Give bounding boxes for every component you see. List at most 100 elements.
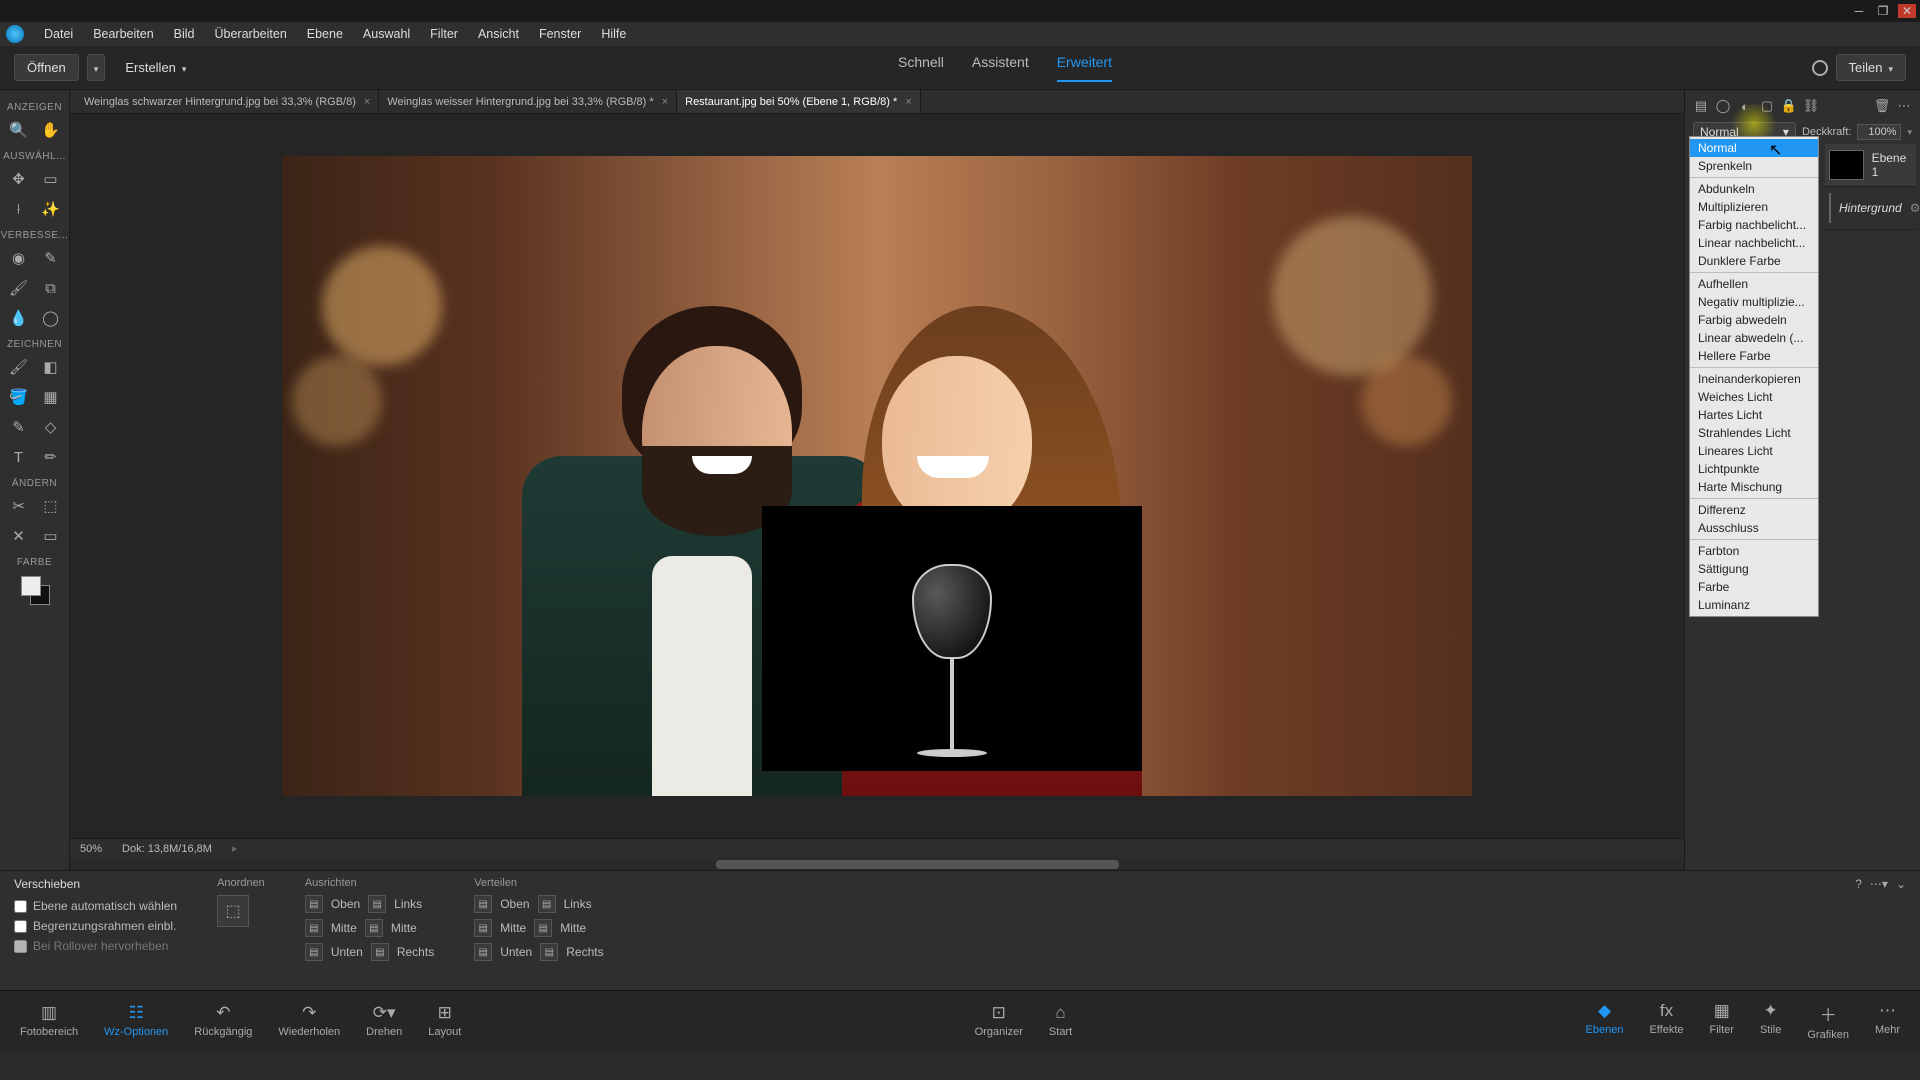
rollover-checkbox[interactable]: Bei Rollover hervorheben xyxy=(14,939,177,953)
close-tab-1[interactable]: × xyxy=(662,96,668,108)
open-dropdown[interactable] xyxy=(87,54,106,81)
minimize-button[interactable]: ─ xyxy=(1850,4,1868,18)
canvas-viewport[interactable] xyxy=(70,114,1684,838)
color-swatches[interactable] xyxy=(21,576,49,604)
menu-ebene[interactable]: Ebene xyxy=(297,27,353,41)
blend-option-differenz[interactable]: Differenz xyxy=(1690,501,1818,519)
bottombar-mehr[interactable]: ⋯Mehr xyxy=(1875,1001,1900,1041)
blend-option-strahlendes-licht[interactable]: Strahlendes Licht xyxy=(1690,424,1818,442)
layer-thumb[interactable] xyxy=(1829,150,1864,180)
contentaware-tool[interactable]: ✕ xyxy=(7,524,31,548)
close-tab-0[interactable]: × xyxy=(364,96,370,108)
blend-option-sprenkeln[interactable]: Sprenkeln xyxy=(1690,157,1818,175)
blend-option-s-ttigung[interactable]: Sättigung xyxy=(1690,560,1818,578)
blend-option-normal[interactable]: Normal xyxy=(1690,139,1818,157)
new-layer-icon[interactable]: ▤ xyxy=(1693,98,1709,114)
bottombar-fotobereich[interactable]: ▥Fotobereich xyxy=(20,1003,78,1038)
maximize-button[interactable]: ❐ xyxy=(1874,4,1892,18)
blend-option-luminanz[interactable]: Luminanz xyxy=(1690,596,1818,614)
bottombar-effekte[interactable]: fxEffekte xyxy=(1649,1001,1683,1041)
blend-option-multiplizieren[interactable]: Multiplizieren xyxy=(1690,198,1818,216)
adjustment-icon[interactable]: ◐ xyxy=(1737,98,1753,114)
link-icon[interactable]: ⛓ xyxy=(1803,98,1819,114)
layer-thumb[interactable] xyxy=(1829,193,1831,223)
recompose-tool[interactable]: ⬚ xyxy=(39,494,63,518)
layer-wineglass[interactable] xyxy=(762,506,1142,771)
bottombar-rückgängig[interactable]: ↶Rückgängig xyxy=(194,1003,252,1038)
menu-ueberarbeiten[interactable]: Überarbeiten xyxy=(205,27,297,41)
blend-mode-menu[interactable]: NormalSprenkeln AbdunkelnMultiplizieren Fa… xyxy=(1689,136,1819,617)
align-links[interactable]: ▤ xyxy=(368,895,386,913)
menu-bild[interactable]: Bild xyxy=(164,27,205,41)
help-icon[interactable]: ? xyxy=(1855,877,1862,891)
blend-option-aufhellen[interactable]: Aufhellen xyxy=(1690,275,1818,293)
bottombar-grafiken[interactable]: ＋Grafiken xyxy=(1807,1001,1849,1041)
opacity-value[interactable]: 100% xyxy=(1857,124,1901,140)
blend-option-abdunkeln[interactable]: Abdunkeln xyxy=(1690,180,1818,198)
blend-option-linear-abwedeln-[interactable]: Linear abwedeln (... xyxy=(1690,329,1818,347)
wand-tool[interactable]: ✨ xyxy=(39,197,63,221)
layer-group-icon[interactable]: ◯ xyxy=(1715,98,1731,114)
menu-fenster[interactable]: Fenster xyxy=(529,27,591,41)
blend-option-farbton[interactable]: Farbton xyxy=(1690,542,1818,560)
doc-tab-2[interactable]: Restaurant.jpg bei 50% (Ebene 1, RGB/8) … xyxy=(677,90,921,113)
lock-icon[interactable]: 🔒 xyxy=(1781,98,1797,114)
bottombar-wiederholen[interactable]: ↷Wiederholen xyxy=(278,1003,340,1038)
panel-options-icon[interactable]: ⋯▾ xyxy=(1870,877,1888,891)
align-mitte[interactable]: ▤ xyxy=(305,919,323,937)
redeye-tool[interactable]: ◉ xyxy=(7,246,31,270)
align-unten[interactable]: ▤ xyxy=(474,943,492,961)
blend-option-lineares-licht[interactable]: Lineares Licht xyxy=(1690,442,1818,460)
open-button[interactable]: Öffnen xyxy=(14,54,79,81)
create-button[interactable]: Erstellen xyxy=(113,55,198,80)
blend-option-linear-nachbelicht-[interactable]: Linear nachbelicht... xyxy=(1690,234,1818,252)
move-tool[interactable]: ✥ xyxy=(7,167,31,191)
bottombar-stile[interactable]: ✦Stile xyxy=(1760,1001,1781,1041)
lasso-tool[interactable]: ⟊ xyxy=(7,197,31,221)
straighten-tool[interactable]: ▭ xyxy=(39,524,63,548)
theme-icon[interactable] xyxy=(1812,60,1828,76)
eraser-tool[interactable]: ◧ xyxy=(39,355,63,379)
zoom-tool[interactable]: 🔍 xyxy=(7,118,31,142)
brush-tool[interactable]: 🖌 xyxy=(7,355,31,379)
blend-option-ineinanderkopieren[interactable]: Ineinanderkopieren xyxy=(1690,370,1818,388)
arrange-button[interactable]: ⬚ xyxy=(217,895,249,927)
mode-assistent[interactable]: Assistent xyxy=(972,54,1029,82)
layer-item-0[interactable]: Ebene 1 xyxy=(1825,144,1916,187)
bottombar-filter[interactable]: ▦Filter xyxy=(1710,1001,1734,1041)
eyedropper-tool[interactable]: ✎ xyxy=(7,415,31,439)
align-links[interactable]: ▤ xyxy=(538,895,556,913)
bottombar-layout[interactable]: ⊞Layout xyxy=(428,1003,461,1038)
blend-option-hartes-licht[interactable]: Hartes Licht xyxy=(1690,406,1818,424)
menu-bearbeiten[interactable]: Bearbeiten xyxy=(83,27,163,41)
mask-icon[interactable]: ▢ xyxy=(1759,98,1775,114)
sponge-tool[interactable]: ◯ xyxy=(39,306,63,330)
close-window-button[interactable]: ✕ xyxy=(1898,4,1916,18)
layer-item-1[interactable]: Hintergrund⚙ xyxy=(1825,187,1916,230)
clone-tool[interactable]: ⧉ xyxy=(39,276,63,300)
pencil-tool[interactable]: ✏ xyxy=(39,445,63,469)
blend-option-ausschluss[interactable]: Ausschluss xyxy=(1690,519,1818,537)
align-rechts[interactable]: ▤ xyxy=(371,943,389,961)
align-unten[interactable]: ▤ xyxy=(305,943,323,961)
doc-tab-1[interactable]: Weinglas weisser Hintergrund.jpg bei 33,… xyxy=(379,90,677,113)
blend-option-negativ-multiplizie-[interactable]: Negativ multiplizie... xyxy=(1690,293,1818,311)
blur-tool[interactable]: 💧 xyxy=(7,306,31,330)
align-mitte[interactable]: ▤ xyxy=(474,919,492,937)
menu-auswahl[interactable]: Auswahl xyxy=(353,27,420,41)
shape-tool[interactable]: ◇ xyxy=(39,415,63,439)
bounding-box-checkbox[interactable]: Begrenzungsrahmen einbl. xyxy=(14,919,177,933)
bottombar-ebenen[interactable]: ◆Ebenen xyxy=(1586,1001,1624,1041)
align-oben[interactable]: ▤ xyxy=(474,895,492,913)
blend-option-harte-mischung[interactable]: Harte Mischung xyxy=(1690,478,1818,496)
fill-tool[interactable]: 🪣 xyxy=(7,385,31,409)
menu-hilfe[interactable]: Hilfe xyxy=(591,27,636,41)
bottombar-drehen[interactable]: ⟳▾Drehen xyxy=(366,1003,402,1038)
blend-option-weiches-licht[interactable]: Weiches Licht xyxy=(1690,388,1818,406)
spot-tool[interactable]: ✎ xyxy=(39,246,63,270)
trash-icon[interactable]: 🗑 xyxy=(1874,98,1890,114)
mode-schnell[interactable]: Schnell xyxy=(898,54,944,82)
marquee-tool[interactable]: ▭ xyxy=(39,167,63,191)
crop-tool[interactable]: ✂ xyxy=(7,494,31,518)
blend-option-lichtpunkte[interactable]: Lichtpunkte xyxy=(1690,460,1818,478)
